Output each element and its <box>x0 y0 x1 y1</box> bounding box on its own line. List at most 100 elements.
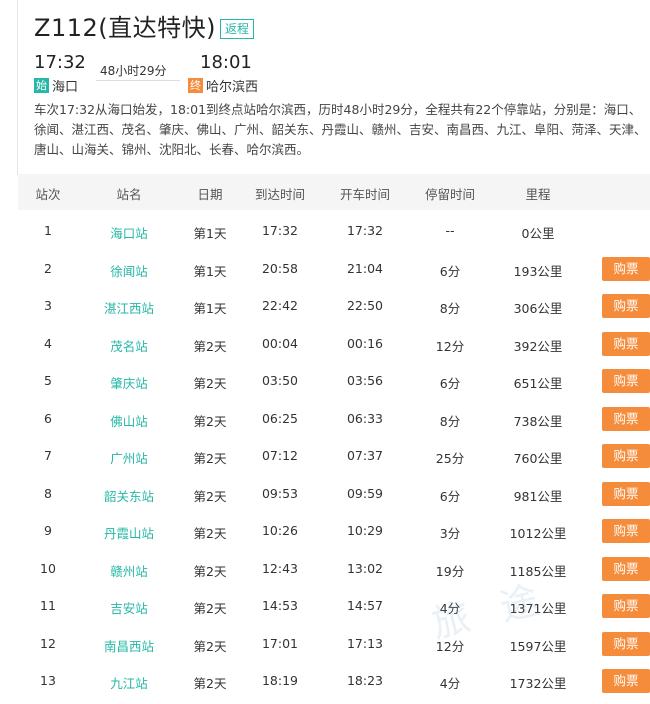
table-row: 11 吉安站 第2天 14:53 14:57 4分 1371公里 购票 <box>18 587 650 624</box>
cell-station[interactable]: 赣州站 <box>110 561 148 580</box>
cell-arrive: 18:19 <box>261 673 299 688</box>
cell-station[interactable]: 韶关东站 <box>104 486 154 505</box>
title-row: Z112(直达特快) 返程 <box>34 8 254 42</box>
buy-ticket-button[interactable]: 购票 <box>602 406 650 431</box>
cell-day: 第2天 <box>193 376 227 391</box>
cell-station[interactable]: 佛山站 <box>110 411 148 430</box>
buy-ticket-button[interactable]: 购票 <box>602 481 650 506</box>
cell-station[interactable]: 广州站 <box>110 448 148 467</box>
cell-arrive: 00:04 <box>261 335 299 351</box>
cell-day: 第1天 <box>193 263 227 279</box>
cell-distance: 1185公里 <box>509 563 567 579</box>
table-row: 8 韶关东站 第2天 09:53 09:59 6分 981公里 购票 <box>18 475 650 512</box>
buy-ticket-button[interactable]: 购票 <box>602 294 650 318</box>
cell-station[interactable]: 湛江西站 <box>104 298 154 317</box>
table-row: 13 九江站 第2天 18:19 18:23 4分 1732公里 购票 <box>18 662 650 699</box>
cell-station[interactable]: 九江站 <box>110 673 148 692</box>
cell-depart: 21:04 <box>346 260 384 276</box>
cell-no: 2 <box>44 260 52 276</box>
col-header-station: 站名 <box>116 187 142 202</box>
travel-duration: 48小时29分 <box>100 64 167 78</box>
cell-station[interactable]: 南昌西站 <box>104 636 154 655</box>
start-badge: 始 <box>34 78 49 93</box>
end-station: 终 哈尔滨西 <box>188 76 258 95</box>
cell-station[interactable]: 吉安站 <box>110 598 148 617</box>
buy-ticket-button[interactable]: 购票 <box>602 594 650 618</box>
cell-day: 第2天 <box>193 601 227 616</box>
cell-no: 8 <box>44 485 52 501</box>
cell-no: 1 <box>44 223 52 238</box>
cell-no: 11 <box>40 598 56 613</box>
cell-no: 4 <box>44 335 52 351</box>
cell-stay: 12分 <box>435 338 465 354</box>
cell-depart: 09:59 <box>346 485 384 501</box>
departure-time: 17:32 <box>34 52 86 73</box>
cell-depart: 06:33 <box>346 410 384 426</box>
train-schedule-page: Z112(直达特快) 返程 17:32 48小时29分 18:01 始 海口 终… <box>0 0 650 704</box>
end-badge: 终 <box>188 78 203 93</box>
table-row: 2 徐闻站 第1天 20:58 21:04 6分 193公里 购票 <box>18 250 650 287</box>
left-rule <box>17 0 18 175</box>
cell-day: 第2天 <box>193 563 227 579</box>
cell-station[interactable]: 茂名站 <box>110 336 148 355</box>
table-row: 12 南昌西站 第2天 17:01 17:13 12分 1597公里 购票 <box>18 625 650 662</box>
cell-distance: 193公里 <box>513 263 563 279</box>
cell-day: 第2天 <box>193 451 227 466</box>
cell-stay: 6分 <box>439 376 461 391</box>
cell-depart: 13:02 <box>346 560 384 576</box>
cell-arrive: 20:58 <box>261 260 299 276</box>
cell-day: 第2天 <box>193 638 227 654</box>
route-summary: 车次17:32从海口始发，18:01到终点站哈尔滨西，历时48小时29分，全程共… <box>34 102 647 157</box>
col-header-day: 日期 <box>197 187 223 202</box>
cell-day: 第2天 <box>193 413 227 429</box>
table-row: 1 海口站 第1天 17:32 17:32 -- 0公里 <box>18 212 650 249</box>
cell-distance: 651公里 <box>513 376 563 391</box>
cell-no: 9 <box>44 523 52 538</box>
buy-ticket-button[interactable]: 购票 <box>602 669 650 693</box>
table-row: 5 肇庆站 第2天 03:50 03:56 6分 651公里 购票 <box>18 362 650 399</box>
cell-stay: 6分 <box>439 488 461 504</box>
buy-ticket-button[interactable]: 购票 <box>602 556 650 581</box>
return-trip-tag[interactable]: 返程 <box>219 19 254 39</box>
end-station-name: 哈尔滨西 <box>206 80 259 95</box>
cell-distance: 760公里 <box>513 451 563 466</box>
cell-day: 第2天 <box>193 526 227 541</box>
table-row: 10 赣州站 第2天 12:43 13:02 19分 1185公里 购票 <box>18 550 650 587</box>
cell-depart: 14:57 <box>346 598 384 613</box>
buy-ticket-button[interactable]: 购票 <box>602 444 650 468</box>
cell-stay: 19分 <box>435 563 465 579</box>
table-header: 站次 站名 日期 到达时间 开车时间 停留时间 里程 <box>18 174 650 210</box>
cell-no: 13 <box>40 673 56 688</box>
table-row: 3 湛江西站 第1天 22:42 22:50 8分 306公里 购票 <box>18 287 650 324</box>
table-row: 4 茂名站 第2天 00:04 00:16 12分 392公里 购票 <box>18 325 650 362</box>
cell-stay: 25分 <box>435 451 465 466</box>
buy-ticket-button[interactable]: 购票 <box>602 369 650 393</box>
cell-station[interactable]: 徐闻站 <box>110 261 148 280</box>
cell-station[interactable]: 海口站 <box>110 223 148 242</box>
cell-arrive: 07:12 <box>261 448 299 463</box>
cell-arrive: 22:42 <box>261 298 299 313</box>
col-header-arrive: 到达时间 <box>254 187 306 202</box>
buy-ticket-button[interactable]: 购票 <box>602 256 650 281</box>
cell-arrive: 09:53 <box>261 485 299 501</box>
cell-distance: 1732公里 <box>509 676 567 691</box>
cell-stay: 3分 <box>439 526 461 541</box>
buy-ticket-button[interactable]: 购票 <box>602 331 650 356</box>
cell-arrive: 12:43 <box>261 560 299 576</box>
cell-depart: 03:56 <box>346 373 384 388</box>
cell-distance: 392公里 <box>513 338 563 354</box>
cell-stay: 8分 <box>439 413 461 429</box>
cell-depart: 18:23 <box>346 673 384 688</box>
cell-arrive: 06:25 <box>261 410 299 426</box>
buy-ticket-button[interactable]: 购票 <box>602 519 650 543</box>
cell-no: 10 <box>40 560 56 576</box>
cell-station[interactable]: 肇庆站 <box>110 373 148 392</box>
cell-stay: 6分 <box>439 263 461 279</box>
cell-day: 第1天 <box>193 301 227 316</box>
cell-depart: 00:16 <box>346 335 384 351</box>
cell-depart: 17:13 <box>346 635 384 651</box>
buy-ticket-button[interactable]: 购票 <box>602 631 650 656</box>
cell-station[interactable]: 丹霞山站 <box>104 523 154 542</box>
cell-stay: 8分 <box>439 301 461 316</box>
cell-depart: 22:50 <box>346 298 384 313</box>
